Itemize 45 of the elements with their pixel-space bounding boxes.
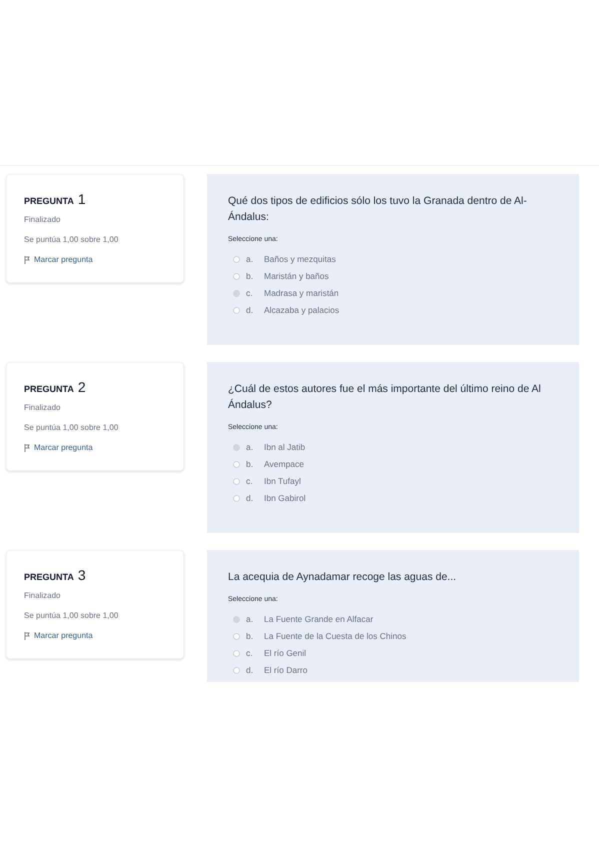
question-label: PREGUNTA (24, 195, 74, 208)
answer-option[interactable]: d. El río Darro (233, 664, 308, 676)
radio-button[interactable] (233, 290, 240, 297)
answer-option[interactable]: b. Avempace (233, 458, 304, 470)
answer-option[interactable]: d. Ibn Gabirol (233, 492, 306, 504)
radio-button[interactable] (233, 650, 240, 657)
answer-option[interactable]: b. Maristán y baños (233, 270, 329, 282)
question-text: ¿Cuál de estos autores fue el más importante del último reino de Al Ándalus? (228, 382, 542, 413)
radio-button[interactable] (233, 273, 240, 280)
question-text: Qué dos tipos de edificios sólo los tuvo la Granada dentro de Al-Ándalus: (228, 194, 528, 225)
flag-icon (24, 444, 30, 452)
flag-question-link[interactable]: Marcar pregunta (24, 442, 93, 454)
question-number: 3 (78, 566, 86, 585)
radio-button[interactable] (233, 616, 240, 623)
answer-option[interactable]: b. La Fuente de la Cuesta de los Chinos (233, 630, 406, 642)
score-text: Se puntúa 1,00 sobre 1,00 (24, 234, 118, 246)
answer-option[interactable]: c. Ibn Tufayl (233, 476, 301, 488)
question-label: PREGUNTA (24, 383, 74, 396)
radio-button[interactable] (233, 307, 240, 314)
flag-icon (24, 632, 30, 640)
answer-option[interactable]: d. Alcazaba y palacios (233, 304, 340, 316)
status-text: Finalizado (24, 402, 60, 414)
radio-button[interactable] (233, 495, 240, 502)
question-text: La acequia de Aynadamar recoge las aguas de... (228, 570, 458, 585)
radio-button[interactable] (233, 667, 240, 674)
radio-button[interactable] (233, 444, 240, 451)
answer-option[interactable]: c. El río Genil (233, 648, 306, 660)
radio-button[interactable] (233, 633, 240, 640)
answer-option[interactable]: a. La Fuente Grande en Alfacar (233, 614, 374, 626)
flag-icon (24, 256, 30, 264)
status-text: Finalizado (24, 590, 60, 602)
answer-option[interactable]: a. Ibn al Jatib (233, 442, 306, 454)
radio-button[interactable] (233, 256, 240, 263)
score-text: Se puntúa 1,00 sobre 1,00 (24, 422, 118, 434)
answer-option[interactable]: c. Madrasa y maristán (233, 288, 339, 300)
flag-question-link[interactable]: Marcar pregunta (24, 630, 93, 642)
question-label: PREGUNTA (24, 571, 74, 584)
question-number: 2 (78, 378, 86, 397)
radio-button[interactable] (233, 461, 240, 468)
question-number: 1 (78, 190, 86, 209)
flag-question-link[interactable]: Marcar pregunta (24, 254, 93, 266)
radio-button[interactable] (233, 478, 240, 485)
answer-option[interactable]: a. Baños y mezquitas (233, 254, 336, 266)
score-text: Se puntúa 1,00 sobre 1,00 (24, 610, 118, 622)
status-text: Finalizado (24, 214, 60, 226)
